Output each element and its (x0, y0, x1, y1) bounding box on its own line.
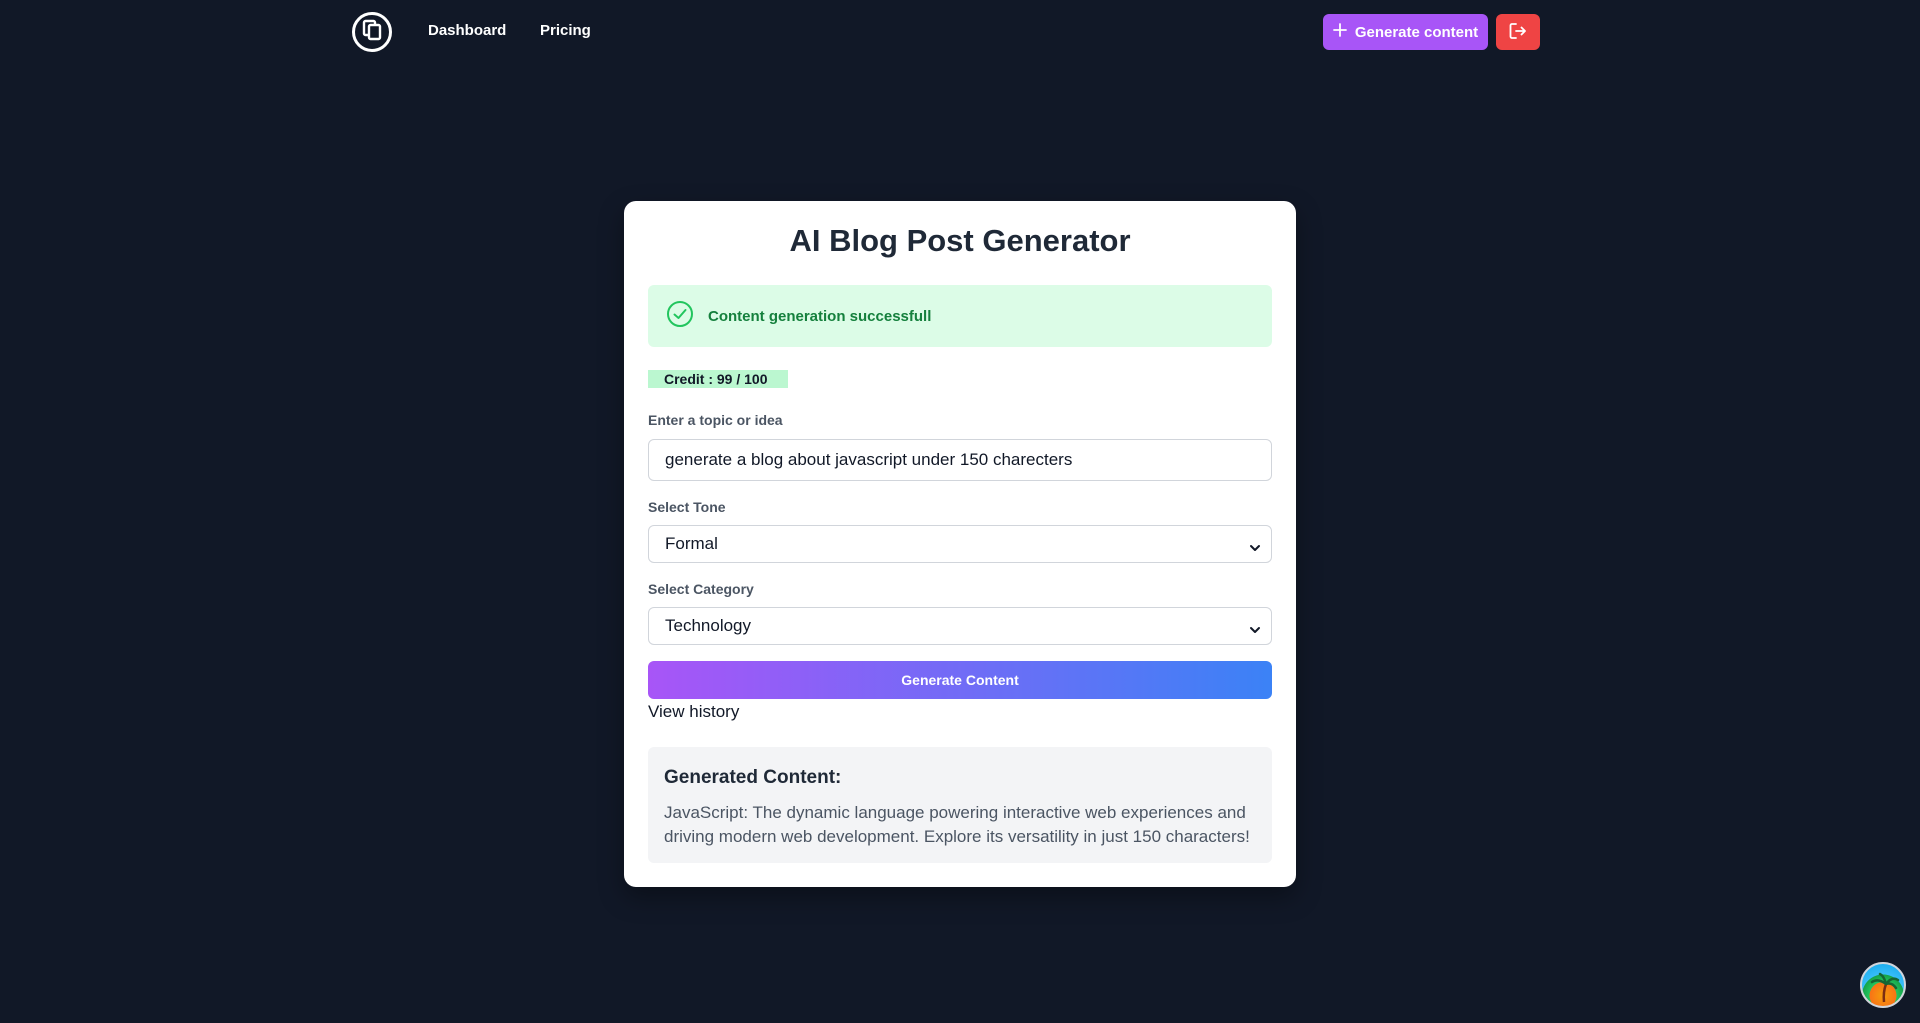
tone-select-value: Formal (665, 534, 718, 553)
chevron-down-icon (1249, 539, 1261, 559)
category-select-value: Technology (665, 616, 752, 635)
nav-link-dashboard[interactable]: Dashboard (428, 22, 506, 39)
view-history-link[interactable]: View history (648, 702, 739, 722)
category-label: Select Category (648, 581, 754, 597)
palm-tree-icon (1870, 972, 1900, 1003)
generator-card: AI Blog Post Generator Content generatio… (624, 201, 1296, 887)
generate-content-nav-button[interactable]: Generate content (1323, 14, 1488, 50)
top-navbar: Dashboard Pricing Generate content (0, 0, 1920, 64)
tone-select[interactable]: Formal (648, 525, 1272, 563)
success-alert: Content generation successfull (648, 285, 1272, 347)
topic-input[interactable] (648, 439, 1272, 481)
generate-content-nav-label: Generate content (1354, 23, 1479, 41)
generated-content-title: Generated Content: (664, 767, 842, 788)
app-logo[interactable] (352, 12, 392, 52)
logout-button[interactable] (1496, 14, 1540, 50)
category-select[interactable]: Technology (648, 607, 1272, 645)
plus-icon (1332, 23, 1347, 41)
avatar[interactable] (1860, 962, 1906, 1008)
logout-icon (1508, 21, 1528, 44)
success-alert-text: Content generation successfull (708, 307, 932, 325)
generated-content-panel: Generated Content: JavaScript: The dynam… (648, 747, 1272, 863)
generated-content-text: JavaScript: The dynamic language powerin… (664, 803, 1250, 846)
credit-badge: Credit : 99 / 100 (648, 370, 788, 388)
copy-pages-icon (361, 19, 383, 46)
tone-label: Select Tone (648, 499, 726, 515)
page-title: AI Blog Post Generator (789, 223, 1131, 258)
chevron-down-icon (1249, 621, 1261, 641)
generate-content-button[interactable]: Generate Content (648, 661, 1272, 699)
topic-label: Enter a topic or idea (648, 412, 783, 428)
nav-link-pricing[interactable]: Pricing (540, 22, 591, 39)
check-circle-icon (666, 300, 694, 333)
